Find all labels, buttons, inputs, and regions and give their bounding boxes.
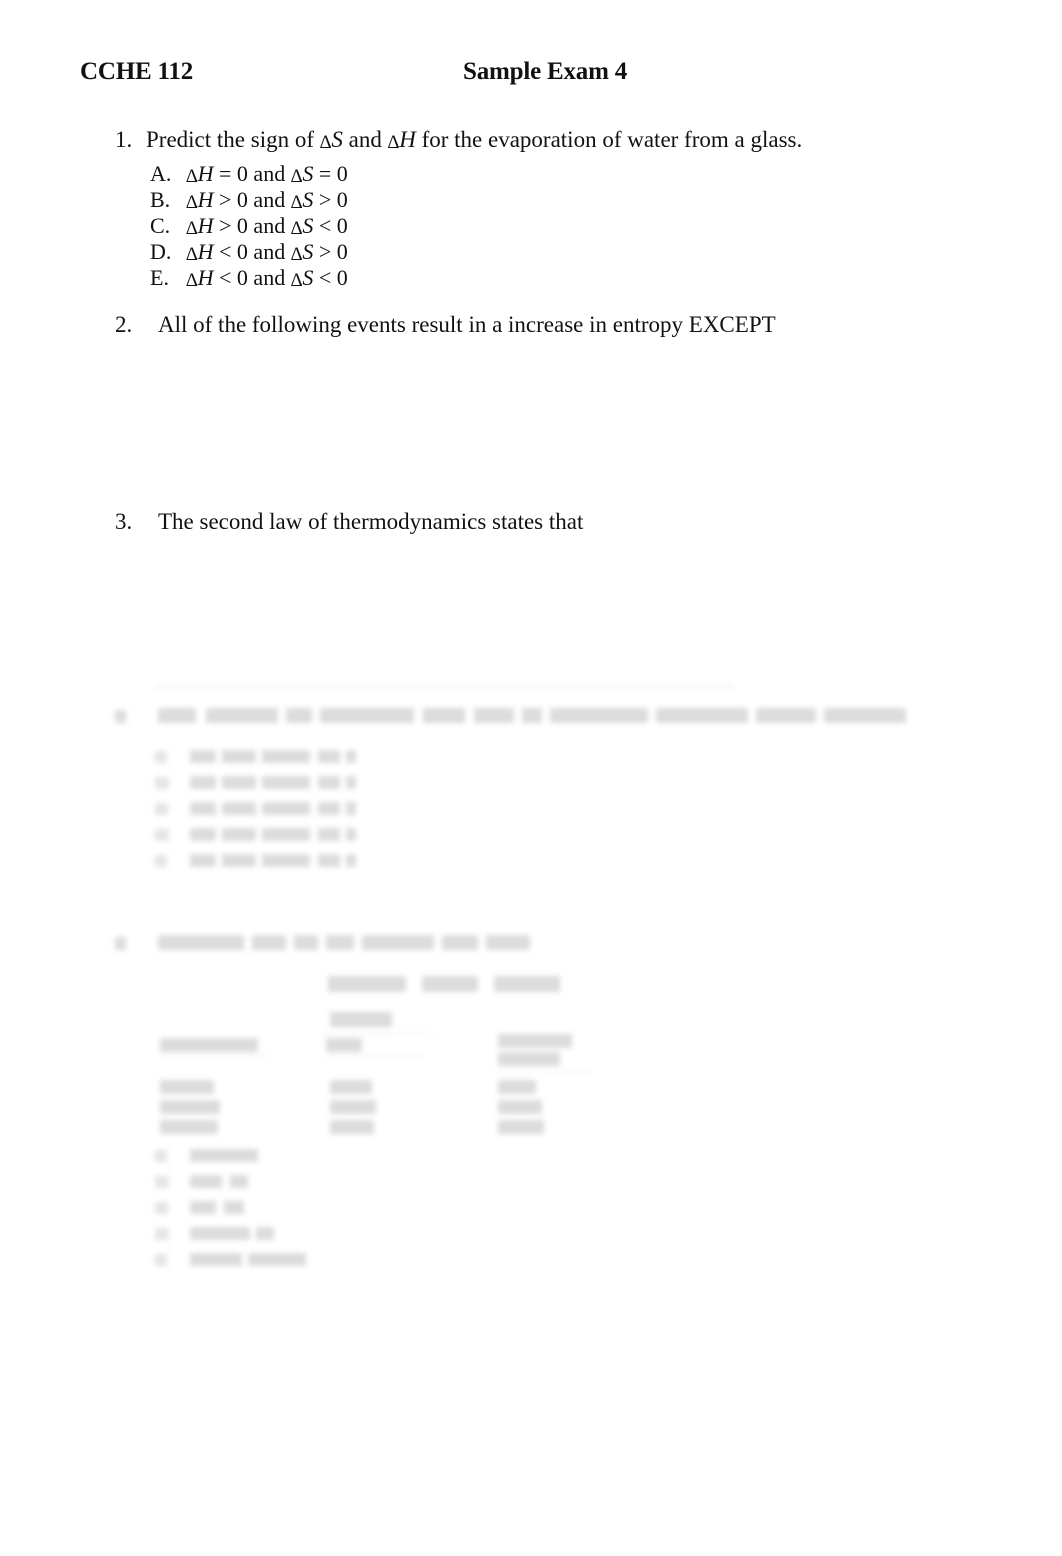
q1-opt-d-delta1: ∆: [186, 244, 198, 265]
question-2-text: All of the following events result in a …: [158, 312, 776, 337]
q1-option-e[interactable]: ∆H < 0 and ∆S < 0: [186, 265, 348, 294]
q1-delta-2: ∆: [387, 132, 400, 153]
question-1-text: Predict the sign of ∆S and ∆H for the ev…: [146, 125, 802, 158]
q1-opt-e-op1: < 0 and: [213, 265, 291, 290]
q1-opt-d-var2: S: [302, 239, 314, 264]
q1-opt-a-var1: H: [197, 161, 214, 186]
page-title: Sample Exam 4: [463, 58, 628, 85]
q1-option-b[interactable]: ∆H > 0 and ∆S > 0: [186, 187, 348, 216]
q1-opt-c-var1: H: [197, 213, 214, 238]
q1-opt-b-var1: H: [197, 187, 214, 212]
q1-opt-e-delta2: ∆: [290, 270, 303, 291]
q1-opt-d-op2: > 0: [313, 239, 348, 264]
q1-text-suffix: for the evaporation of water from a glas…: [415, 127, 803, 152]
q1-opt-b-op1: > 0 and: [213, 187, 291, 212]
q1-option-c-letter[interactable]: C.: [150, 213, 170, 239]
q1-opt-b-delta1: ∆: [186, 192, 198, 213]
q1-option-a[interactable]: ∆H = 0 and ∆S = 0: [186, 161, 348, 190]
q1-opt-c-delta2: ∆: [290, 218, 303, 239]
q1-opt-a-var2: S: [302, 161, 314, 186]
question-3-number: 3.: [115, 509, 133, 534]
q1-opt-b-delta2: ∆: [290, 192, 303, 213]
faint-horizontal-rule: [155, 686, 735, 688]
q1-opt-b-op2: > 0: [313, 187, 348, 212]
q1-text-mid: and: [342, 127, 388, 152]
q1-var-2: H: [399, 127, 416, 152]
q1-opt-b-var2: S: [302, 187, 314, 212]
faded-scan-region: [0, 660, 1062, 1300]
q1-opt-a-delta2: ∆: [290, 166, 303, 187]
q1-opt-d-op1: < 0 and: [213, 239, 291, 264]
q1-option-e-letter[interactable]: E.: [150, 265, 169, 291]
q1-opt-a-delta1: ∆: [186, 166, 198, 187]
q1-opt-c-delta1: ∆: [186, 218, 198, 239]
q1-option-b-letter[interactable]: B.: [150, 187, 170, 213]
q1-opt-c-op1: > 0 and: [213, 213, 291, 238]
q1-opt-d-var1: H: [197, 239, 214, 264]
question-3-text: The second law of thermodynamics states …: [158, 509, 584, 534]
q1-opt-e-var2: S: [302, 265, 314, 290]
q1-option-a-letter[interactable]: A.: [150, 161, 171, 187]
q1-opt-a-op2: = 0: [313, 161, 348, 186]
q1-opt-e-op2: < 0: [313, 265, 348, 290]
q1-opt-e-var1: H: [197, 265, 214, 290]
course-code: CCHE 112: [80, 58, 193, 85]
question-2-number: 2.: [115, 312, 133, 337]
q1-opt-a-op1: = 0 and: [213, 161, 291, 186]
q1-delta-1: ∆: [319, 132, 332, 153]
q1-opt-c-var2: S: [302, 213, 314, 238]
q1-opt-c-op2: < 0: [313, 213, 348, 238]
q1-opt-d-delta2: ∆: [290, 244, 303, 265]
question-1-number: 1.: [115, 127, 133, 152]
q1-text-prefix: Predict the sign of: [146, 127, 320, 152]
page-header: CCHE 112 Sample Exam 4: [80, 58, 982, 90]
q1-option-c[interactable]: ∆H > 0 and ∆S < 0: [186, 213, 348, 242]
exam-page: CCHE 112 Sample Exam 4 1. Predict the si…: [0, 0, 1062, 1556]
q1-opt-e-delta1: ∆: [186, 270, 198, 291]
q1-var-1: S: [331, 127, 343, 152]
q1-option-d-letter[interactable]: D.: [150, 239, 171, 265]
q1-option-d[interactable]: ∆H < 0 and ∆S > 0: [186, 239, 348, 268]
